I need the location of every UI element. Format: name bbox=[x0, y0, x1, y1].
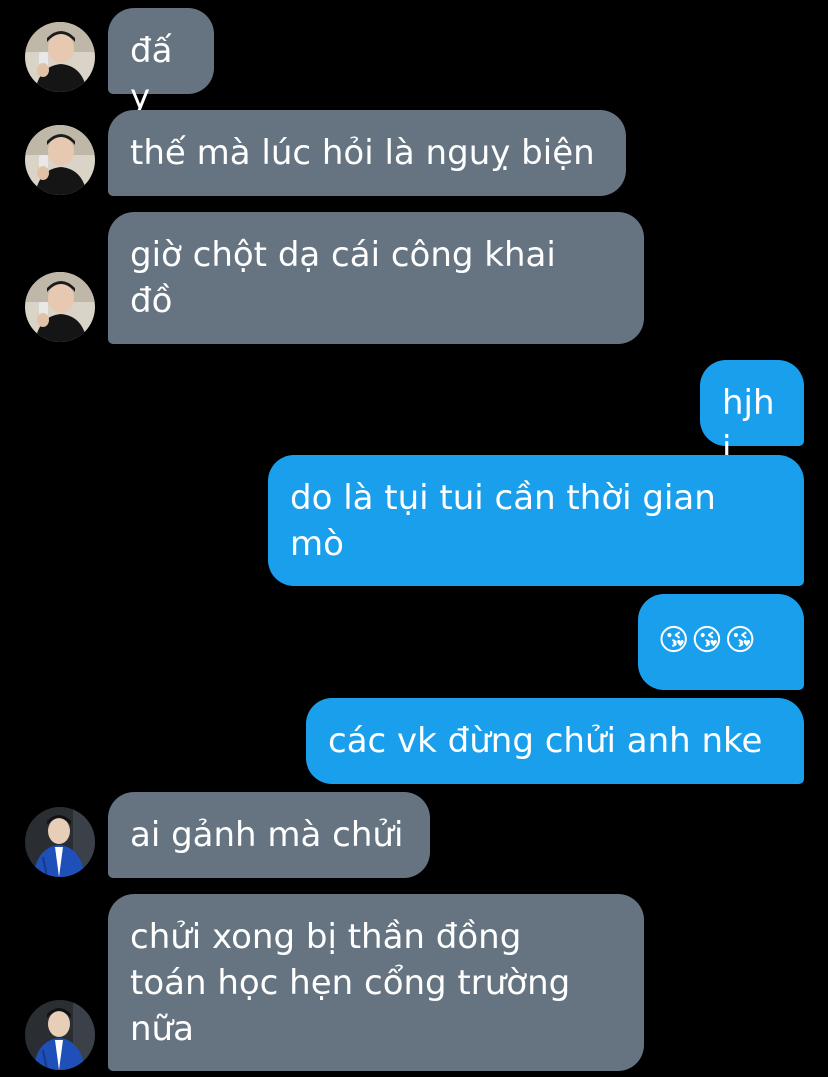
incoming-message-bubble[interactable]: chửi xong bị thần đồng toán học hẹn cổng… bbox=[108, 894, 644, 1071]
incoming-message-bubble[interactable]: thế mà lúc hỏi là nguỵ biện bbox=[108, 110, 626, 196]
avatar-user-b[interactable] bbox=[25, 1000, 95, 1070]
person-selfie-avatar-icon bbox=[25, 272, 95, 342]
person-selfie-avatar-icon bbox=[25, 125, 95, 195]
incoming-message-bubble[interactable]: ai gảnh mà chửi bbox=[108, 792, 430, 878]
outgoing-message-bubble[interactable]: do là tụi tui cần thời gian mò bbox=[268, 455, 804, 586]
outgoing-message-bubble[interactable]: hjhj bbox=[700, 360, 804, 469]
outgoing-message-bubble[interactable]: các vk đừng chửi anh nke bbox=[306, 698, 804, 784]
person-blue-jacket-avatar-icon bbox=[25, 1000, 95, 1070]
outgoing-emoji-bubble[interactable]: 😘😘😘 bbox=[638, 594, 804, 690]
person-blue-jacket-avatar-icon bbox=[25, 807, 95, 877]
incoming-message-bubble[interactable]: đấy bbox=[108, 8, 214, 117]
avatar-user-b[interactable] bbox=[25, 807, 95, 877]
avatar-user-a[interactable] bbox=[25, 22, 95, 92]
avatar-user-a[interactable] bbox=[25, 125, 95, 195]
avatar-user-a[interactable] bbox=[25, 272, 95, 342]
person-selfie-avatar-icon bbox=[25, 22, 95, 92]
incoming-message-bubble[interactable]: giờ chột dạ cái công khai đồ bbox=[108, 212, 644, 344]
